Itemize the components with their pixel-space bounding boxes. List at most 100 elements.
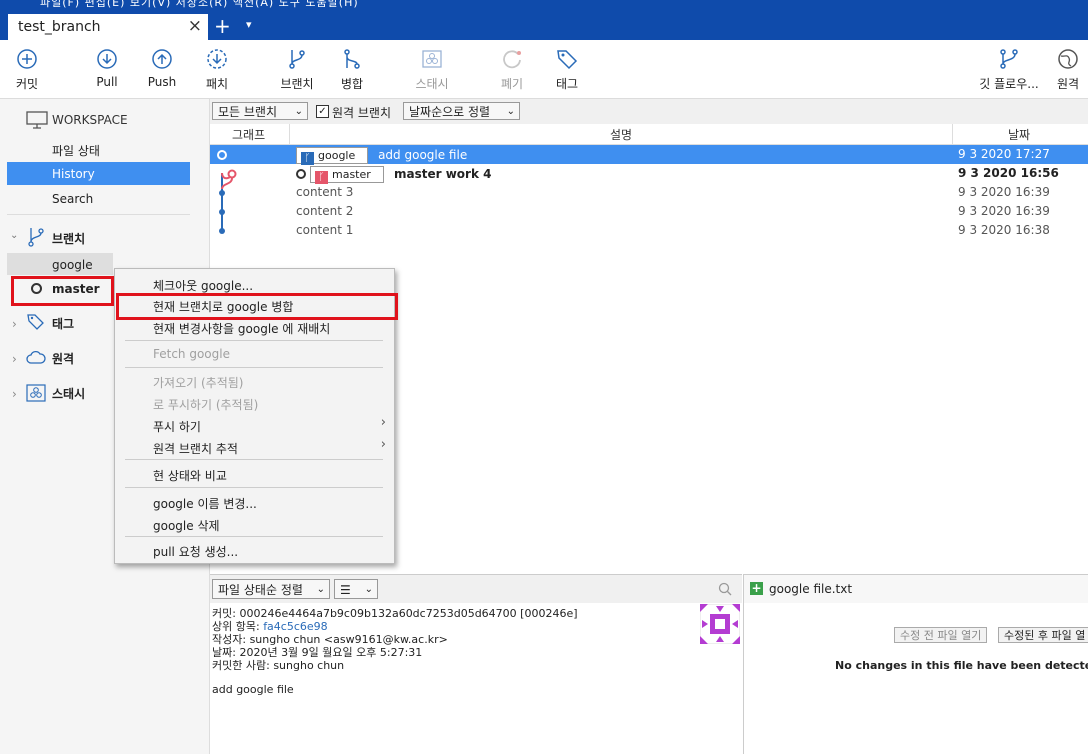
column-graph[interactable]: 그래프 <box>232 126 265 143</box>
menu-separator <box>125 340 383 341</box>
stash-icon <box>422 50 442 68</box>
committer-row: 커밋한 사람: sungho chun <box>212 657 344 673</box>
sort-label: 날짜순으로 정렬 <box>409 105 491 119</box>
highlight-box-merge <box>116 293 398 320</box>
file-list-toolbar: 파일 상태순 정렬 ⌄ ☰ ⌄ <box>210 574 742 604</box>
push-button[interactable]: Push <box>132 48 192 89</box>
sidebar-section-stashes[interactable]: 스태시 <box>52 385 85 402</box>
commit-message: content 2 <box>296 204 354 218</box>
menu-item-push-tracked[interactable]: 로 푸시하기 (추적됨) <box>153 396 258 413</box>
committer-label: 커밋한 사람: <box>212 659 270 672</box>
commit-row[interactable]: content 3 9 3 2020 16:39 <box>210 183 1088 202</box>
commit-date: 9 3 2020 16:56 <box>958 166 1059 180</box>
search-icon[interactable] <box>718 582 732 596</box>
plus-circle-icon <box>17 49 37 69</box>
sidebar-section-branches[interactable]: 브랜치 <box>52 230 85 247</box>
sort-dropdown[interactable]: 날짜순으로 정렬 ⌄ <box>403 102 520 120</box>
menu-item-push-to[interactable]: 푸시 하기 <box>153 418 201 435</box>
commit-row[interactable]: content 1 9 3 2020 16:38 <box>210 221 1088 240</box>
open-after-button[interactable]: 수정된 후 파일 열 <box>998 627 1088 643</box>
branch-google-label: google <box>52 258 93 272</box>
commit-date: 9 3 2020 16:38 <box>958 223 1050 237</box>
merge-label: 병합 <box>340 77 364 91</box>
branch-icon <box>289 50 305 69</box>
branch-filter-dropdown[interactable]: 모든 브랜치 ⌄ <box>212 102 308 120</box>
menu-item-track-remote[interactable]: 원격 브랜치 추적 <box>153 440 238 457</box>
commit-date: 9 3 2020 16:39 <box>958 185 1050 199</box>
open-before-button[interactable]: 수정 전 파일 열기 <box>894 627 988 643</box>
tab-test-branch[interactable]: test_branch × <box>8 14 208 40</box>
commit-row[interactable]: ᚴ master master work 4 9 3 2020 16:56 <box>210 164 1088 184</box>
remote-branches-checkbox[interactable]: ✓ <box>316 105 329 118</box>
discard-button[interactable]: 폐기 <box>482 48 542 92</box>
menu-item-pull-request[interactable]: pull 요청 생성... <box>153 543 238 560</box>
branch-label: 브랜치 <box>280 77 314 91</box>
tag-icon <box>557 50 578 70</box>
menu-item-fetch[interactable]: Fetch google <box>153 347 230 361</box>
workspace-header: WORKSPACE <box>52 113 128 127</box>
gitflow-label: 깃 플로우... <box>979 77 1039 91</box>
chevron-down-icon: ⌄ <box>364 584 373 595</box>
current-branch-icon <box>296 169 306 179</box>
sidebar-item-file-status[interactable]: 파일 상태 <box>52 142 100 159</box>
close-icon[interactable]: × <box>188 16 202 36</box>
chevron-right-icon[interactable]: › <box>12 317 17 331</box>
discard-label: 폐기 <box>500 77 524 91</box>
fetch-button[interactable]: 패치 <box>187 48 247 92</box>
menu-bar-text[interactable]: 파일(F) 편집(E) 보기(V) 저장소(R) 액션(A) 도구 도움말(H) <box>40 0 359 10</box>
gitflow-icon <box>1000 49 1018 69</box>
commit-details: 커밋: 000246e4464a7b9c09b132a60dc7253d05d6… <box>210 603 742 754</box>
fetch-label: 패치 <box>205 77 229 91</box>
menu-item-rename[interactable]: google 이름 변경... <box>153 495 257 512</box>
pull-button[interactable]: Pull <box>77 48 137 89</box>
sidebar-section-remotes[interactable]: 원격 <box>52 350 74 367</box>
cloud-icon <box>26 350 46 364</box>
chevron-down-icon[interactable]: ▾ <box>246 18 252 31</box>
column-description[interactable]: 설명 <box>610 126 632 143</box>
list-icon: ☰ <box>340 583 351 597</box>
committer-value: sungho chun <box>273 659 345 672</box>
view-mode-dropdown[interactable]: ☰ ⌄ <box>334 579 378 599</box>
remote-button[interactable]: 원격 <box>1043 48 1088 92</box>
fetch-icon <box>207 49 227 69</box>
merge-button[interactable]: 병합 <box>322 48 382 92</box>
gitflow-button[interactable]: 깃 플로우... <box>975 48 1043 92</box>
branch-button[interactable]: 브랜치 <box>267 48 327 92</box>
menu-item-diff[interactable]: 현 상태와 비교 <box>153 467 227 484</box>
add-tab-icon[interactable]: + <box>214 14 231 38</box>
diff-file-name: google file.txt <box>769 582 853 596</box>
chevron-down-icon[interactable]: ⌄ <box>10 230 18 241</box>
sidebar-item-search[interactable]: Search <box>52 192 93 206</box>
tab-bar: test_branch × + ▾ <box>0 14 1088 40</box>
sidebar-section-tags[interactable]: 태그 <box>52 315 74 332</box>
chevron-down-icon: ⌄ <box>294 106 303 117</box>
commit-date: 9 3 2020 16:39 <box>958 204 1050 218</box>
stash-button[interactable]: 스태시 <box>402 48 462 92</box>
chevron-right-icon[interactable]: › <box>12 387 17 401</box>
no-changes-message: No changes in this file have been detect… <box>835 659 1088 672</box>
menu-item-pull-tracked[interactable]: 가져오기 (추적됨) <box>153 374 243 391</box>
commit-row[interactable]: ᚴ google add google file 9 3 2020 17:27 <box>210 145 1088 165</box>
commit-button[interactable]: 커밋 <box>0 48 57 92</box>
sidebar-branch-google[interactable]: google <box>7 253 113 275</box>
file-sort-dropdown[interactable]: 파일 상태순 정렬 ⌄ <box>212 579 330 599</box>
chevron-down-icon: ⌄ <box>506 106 515 117</box>
menu-separator <box>125 367 383 368</box>
pull-label: Pull <box>96 75 118 89</box>
file-added-icon: + <box>750 581 763 595</box>
chevron-right-icon[interactable]: › <box>12 352 17 366</box>
remote-label: 원격 <box>1056 77 1080 91</box>
branch-badge-google: ᚴ google <box>296 147 369 165</box>
menu-item-rebase[interactable]: 현재 변경사항을 google 에 재배치 <box>153 320 330 337</box>
arrow-up-circle-icon <box>152 49 172 69</box>
tag-icon <box>27 314 44 330</box>
menu-separator <box>125 536 383 537</box>
menu-item-checkout[interactable]: 체크아웃 google... <box>153 277 253 294</box>
commit-row[interactable]: content 2 9 3 2020 16:39 <box>210 202 1088 221</box>
commit-message: content 1 <box>296 223 354 237</box>
sidebar-item-history[interactable]: History <box>7 162 190 185</box>
column-date[interactable]: 날짜 <box>1008 126 1030 143</box>
tag-button[interactable]: 태그 <box>537 48 597 92</box>
menu-separator <box>125 459 383 460</box>
menu-item-delete[interactable]: google 삭제 <box>153 517 220 534</box>
